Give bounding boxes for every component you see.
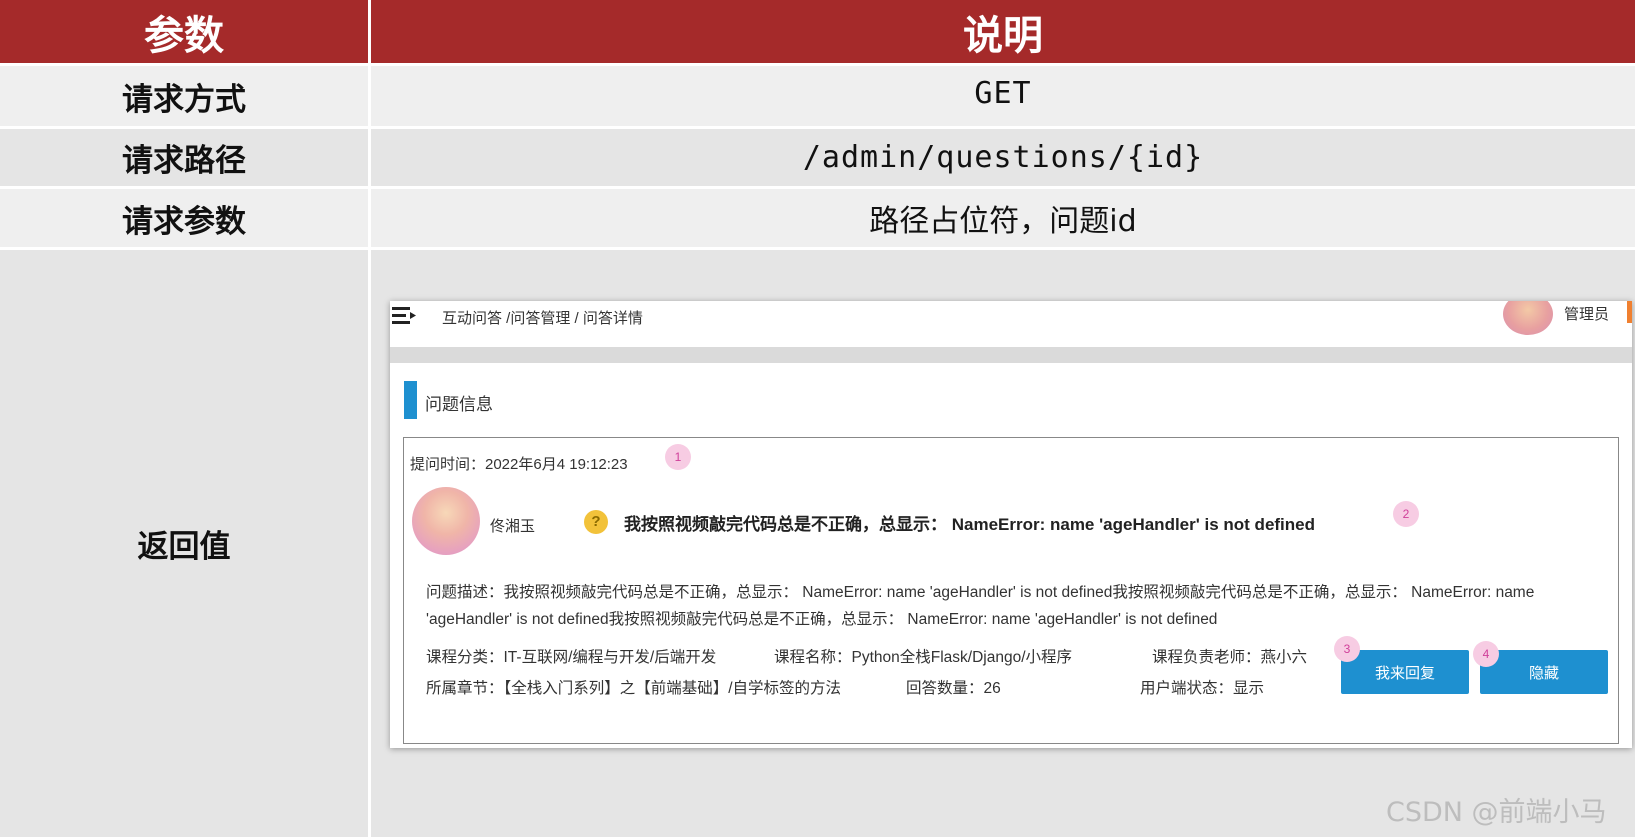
row-return-label: 返回值 xyxy=(0,250,368,837)
question-icon: ? xyxy=(584,510,608,534)
top-bar: 互动问答 /问答管理 / 问答详情 管理员 xyxy=(390,301,1632,347)
section-marker xyxy=(404,381,417,419)
question-detail-screenshot: 互动问答 /问答管理 / 问答详情 管理员 问题信息 提问时间：2022年6月4… xyxy=(390,301,1632,748)
course-name: 课程名称：Python全栈Flask/Django/小程序 xyxy=(774,649,1073,666)
row-method-label: 请求方式 xyxy=(0,66,368,126)
row-path-value: /admin/questions/{id} xyxy=(371,129,1635,186)
badge-1: 1 xyxy=(665,444,691,470)
reply-button[interactable]: 我来回复 xyxy=(1341,650,1469,694)
question-title: 我按照视频敲完代码总是不正确，总显示： NameError: name 'age… xyxy=(624,515,1316,534)
watermark: CSDN @前端小马 xyxy=(1386,797,1607,828)
admin-label[interactable]: 管理员 xyxy=(1564,303,1609,324)
header-param: 参数 xyxy=(0,0,368,63)
user-avatar xyxy=(412,487,480,555)
divider-bar xyxy=(390,347,1632,363)
question-description: 问题描述：我按照视频敲完代码总是不正确，总显示： NameError: name… xyxy=(426,584,1535,628)
hide-button[interactable]: 隐藏 xyxy=(1480,650,1608,694)
course-category: 课程分类：IT-互联网/编程与开发/后端开发 xyxy=(426,649,717,666)
ask-time: 提问时间：2022年6月4 19:12:23 xyxy=(410,456,628,473)
header-description: 说明 xyxy=(371,0,1635,63)
badge-4: 4 xyxy=(1473,641,1499,667)
badge-2: 2 xyxy=(1393,501,1419,527)
answer-count: 回答数量：26 xyxy=(906,680,1001,697)
badge-3: 3 xyxy=(1334,636,1360,662)
course-chapter: 所属章节：【全栈入门系列】之【前端基础】/自学标签的方法 xyxy=(426,680,842,697)
course-teacher: 课程负责老师：燕小六 xyxy=(1152,649,1308,666)
user-name: 佟湘玉 xyxy=(490,518,536,535)
admin-avatar[interactable] xyxy=(1503,301,1553,335)
accent-strip xyxy=(1627,301,1632,323)
row-method-value: GET xyxy=(371,66,1635,126)
breadcrumb: 互动问答 /问答管理 / 问答详情 xyxy=(442,310,643,327)
menu-icon[interactable] xyxy=(392,305,416,325)
row-path-label: 请求路径 xyxy=(0,129,368,186)
row-params-label: 请求参数 xyxy=(0,189,368,247)
row-params-value: 路径占位符，问题id xyxy=(371,189,1635,247)
user-status: 用户端状态：显示 xyxy=(1140,680,1265,697)
section-title: 问题信息 xyxy=(425,395,493,414)
